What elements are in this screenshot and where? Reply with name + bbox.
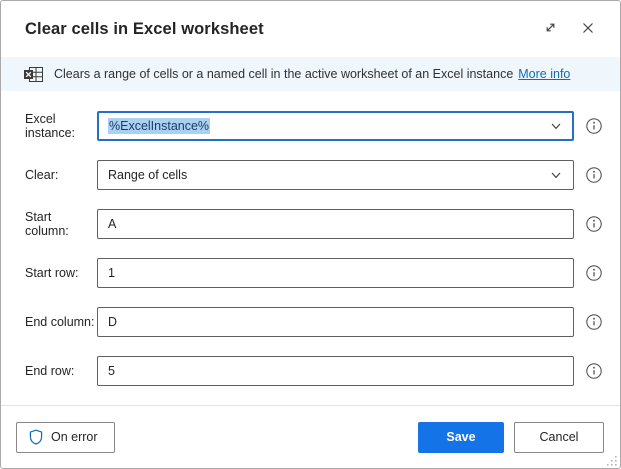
- on-error-button[interactable]: On error: [16, 421, 115, 453]
- clear-mode-combobox[interactable]: Range of cells: [97, 160, 574, 190]
- dialog-header: Clear cells in Excel worksheet: [1, 1, 620, 57]
- form-row-end-row: End row:: [1, 356, 620, 386]
- form-row-excel-instance: Excel instance: %ExcelInstance%: [1, 111, 620, 141]
- excel-action-icon: [23, 66, 44, 83]
- action-description-text: Clears a range of cells or a named cell …: [54, 67, 514, 81]
- field-label: End row:: [25, 364, 75, 378]
- close-button[interactable]: [574, 15, 602, 43]
- chevron-down-icon: [549, 119, 563, 133]
- start-column-input[interactable]: [97, 209, 574, 239]
- chevron-down-icon: [549, 168, 563, 182]
- field-label: Start row:: [25, 266, 79, 280]
- shield-icon: [29, 429, 43, 445]
- expand-button[interactable]: [536, 15, 564, 43]
- info-circle-icon[interactable]: [585, 117, 603, 135]
- form-row-end-column: End column:: [1, 307, 620, 337]
- info-circle-icon[interactable]: [585, 362, 603, 380]
- form-row-start-row: Start row:: [1, 258, 620, 288]
- start-row-input[interactable]: [97, 258, 574, 288]
- excel-instance-combobox[interactable]: %ExcelInstance%: [97, 111, 574, 141]
- dialog-title: Clear cells in Excel worksheet: [25, 19, 264, 38]
- combobox-value: Range of cells: [108, 168, 188, 182]
- field-label: Clear:: [25, 168, 59, 182]
- info-circle-icon[interactable]: [585, 264, 603, 282]
- end-column-input[interactable]: [97, 307, 574, 337]
- dialog-footer: On error Save Cancel: [1, 405, 620, 468]
- info-circle-icon[interactable]: [585, 313, 603, 331]
- cancel-button[interactable]: Cancel: [514, 421, 604, 453]
- info-circle-icon[interactable]: [585, 215, 603, 233]
- clear-cells-dialog: Clear cells in Excel worksheet Clears a …: [0, 0, 621, 469]
- close-icon: [581, 21, 595, 38]
- info-circle-icon[interactable]: [585, 166, 603, 184]
- save-button[interactable]: Save: [418, 421, 504, 453]
- form-row-clear: Clear: Range of cells: [1, 160, 620, 190]
- field-label: Excel instance:: [25, 112, 76, 140]
- parameters-form: Excel instance: %ExcelInstance% Clear: R…: [1, 91, 620, 405]
- on-error-label: On error: [51, 430, 98, 444]
- field-label: End column:: [25, 315, 95, 329]
- more-info-link[interactable]: More info: [518, 67, 570, 81]
- expand-icon: [544, 21, 557, 37]
- action-description-bar: Clears a range of cells or a named cell …: [1, 57, 620, 91]
- end-row-input[interactable]: [97, 356, 574, 386]
- form-row-start-column: Start column:: [1, 209, 620, 239]
- field-label: Start column:: [25, 210, 69, 238]
- resize-grip-icon[interactable]: [606, 454, 618, 466]
- combobox-selected-value: %ExcelInstance%: [108, 118, 211, 134]
